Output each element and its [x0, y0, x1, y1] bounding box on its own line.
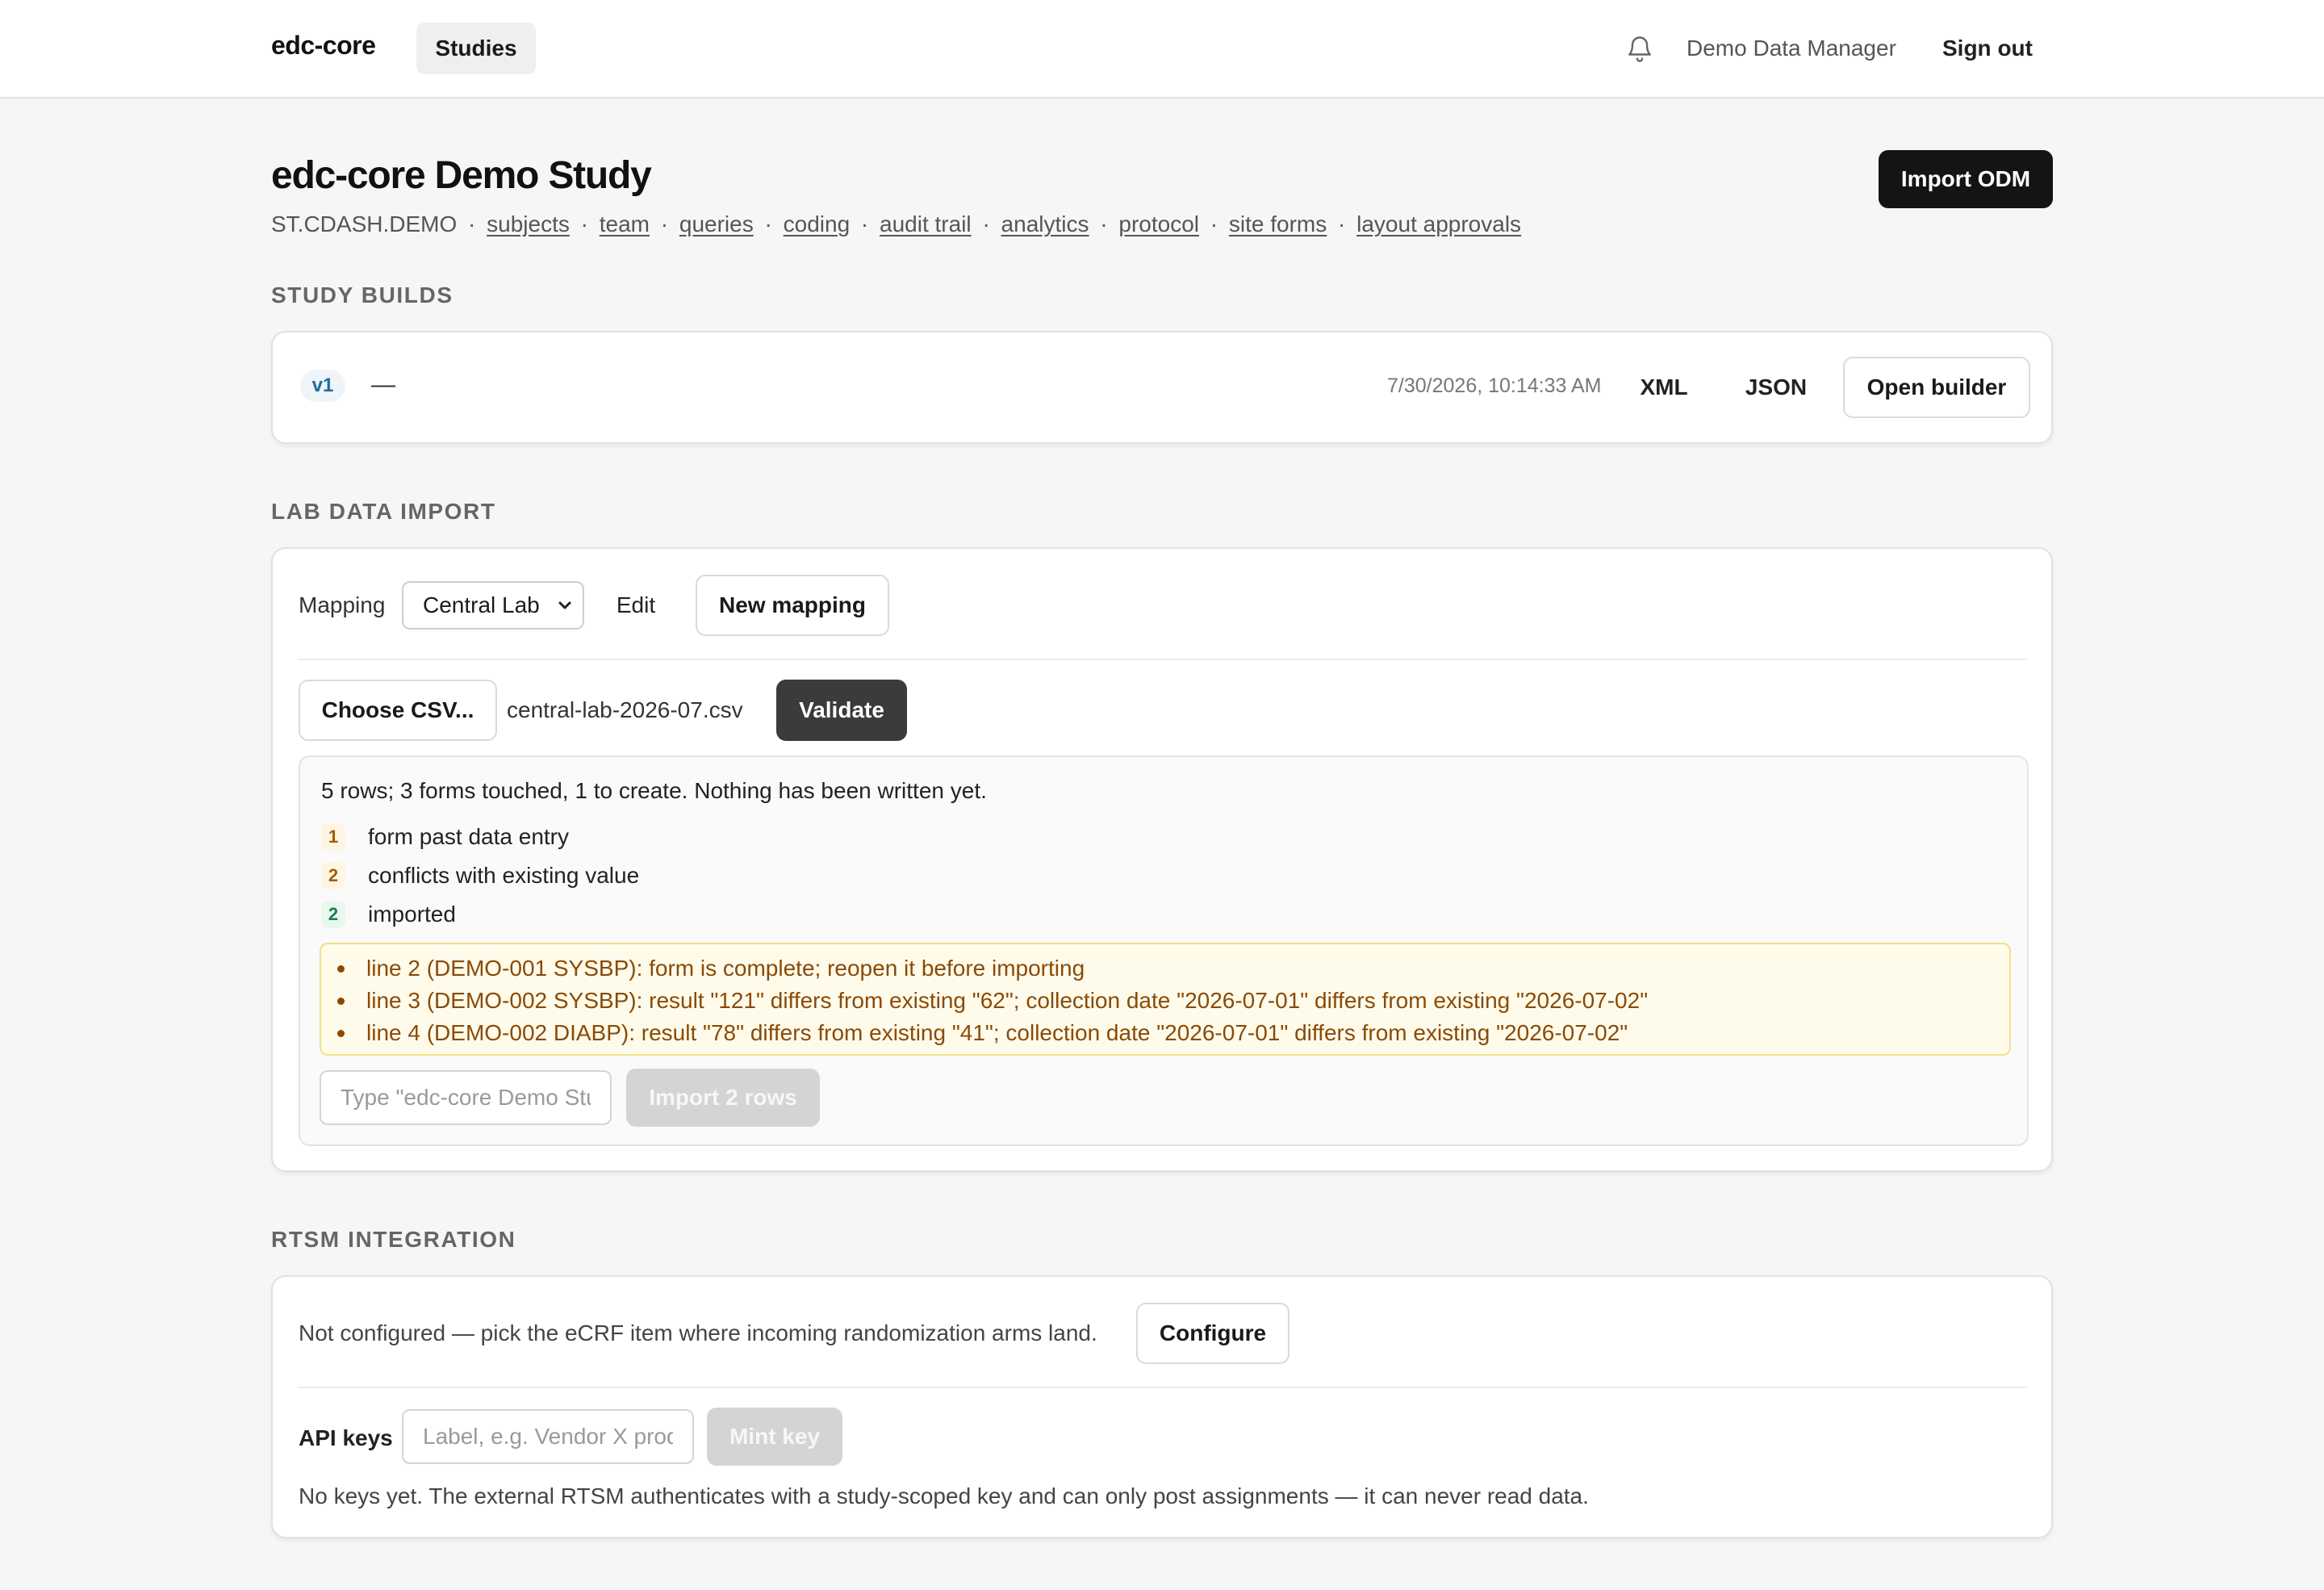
- count-badge: 2: [321, 862, 345, 889]
- current-user-name: Demo Data Manager: [1687, 36, 1896, 61]
- warning-item: line 3 (DEMO-002 SYSBP): result "121" di…: [337, 985, 1648, 1017]
- choose-csv-button[interactable]: Choose CSV...: [299, 680, 497, 741]
- study-builds-heading: STUDY BUILDS: [271, 282, 454, 308]
- study-code: ST.CDASH.DEMO: [271, 211, 458, 236]
- version-badge: v1: [300, 370, 345, 402]
- lab-import-heading: LAB DATA IMPORT: [271, 499, 496, 524]
- rtsm-heading: RTSM INTEGRATION: [271, 1227, 516, 1252]
- stat-row-conflicts: 2 conflicts with existing value: [321, 860, 639, 891]
- page-title: edc-core Demo Study: [271, 154, 652, 197]
- nav-studies-tab[interactable]: Studies: [416, 23, 536, 74]
- separator: ·: [660, 211, 669, 236]
- mapping-label: Mapping: [299, 592, 386, 617]
- validation-summary: 5 rows; 3 forms touched, 1 to create. No…: [321, 778, 987, 803]
- link-team[interactable]: team: [600, 211, 650, 236]
- separator: ·: [860, 211, 869, 236]
- link-analytics[interactable]: analytics: [1001, 211, 1089, 236]
- separator: ·: [1100, 211, 1108, 236]
- study-build-row: v1 — 7/30/2026, 10:14:33 AM XML JSON Ope…: [271, 331, 2053, 444]
- warning-item: line 2 (DEMO-001 SYSBP): form is complet…: [337, 952, 1648, 985]
- build-timestamp: 7/30/2026, 10:14:33 AM: [1387, 374, 1602, 397]
- download-xml-button[interactable]: XML: [1627, 358, 1701, 416]
- link-protocol[interactable]: protocol: [1118, 211, 1199, 236]
- chevron-down-icon: [558, 601, 571, 609]
- import-odm-button[interactable]: Import ODM: [1879, 150, 2053, 208]
- import-rows-button[interactable]: Import 2 rows: [626, 1069, 820, 1127]
- link-queries[interactable]: queries: [679, 211, 754, 236]
- link-coding[interactable]: coding: [784, 211, 851, 236]
- download-json-button[interactable]: JSON: [1735, 358, 1817, 416]
- separator: ·: [764, 211, 772, 236]
- separator: ·: [580, 211, 588, 236]
- sign-out-button[interactable]: Sign out: [1942, 36, 2033, 61]
- top-nav-bar: edc-core Studies Demo Data Manager Sign …: [0, 0, 2324, 98]
- warning-item: line 4 (DEMO-002 DIABP): result "78" dif…: [337, 1017, 1648, 1049]
- stat-label: imported: [368, 902, 456, 927]
- new-mapping-button[interactable]: New mapping: [696, 575, 889, 636]
- stat-label: conflicts with existing value: [368, 863, 640, 888]
- rtsm-status-text: Not configured — pick the eCRF item wher…: [299, 1320, 1097, 1345]
- count-badge: 1: [321, 823, 345, 851]
- lab-import-card: Mapping Central Lab Edit New mapping Cho…: [271, 547, 2053, 1172]
- link-subjects[interactable]: subjects: [487, 211, 570, 236]
- link-layout-approvals[interactable]: layout approvals: [1356, 211, 1521, 236]
- validate-button[interactable]: Validate: [776, 680, 907, 741]
- mapping-select-value: Central Lab: [423, 592, 540, 617]
- confirm-study-name-input[interactable]: [320, 1070, 612, 1125]
- separator: ·: [1210, 211, 1218, 236]
- divider: [299, 1387, 2027, 1388]
- api-keys-label: API keys: [299, 1425, 393, 1450]
- stat-row-imported: 2 imported: [321, 899, 456, 930]
- separator: ·: [1338, 211, 1346, 236]
- stat-row-past-entry: 1 form past data entry: [321, 822, 569, 852]
- stat-label: form past data entry: [368, 824, 570, 849]
- api-keys-empty-note: No keys yet. The external RTSM authentic…: [299, 1483, 1589, 1508]
- bell-icon[interactable]: [1625, 34, 1654, 63]
- configure-button[interactable]: Configure: [1136, 1303, 1289, 1364]
- divider: [299, 659, 2027, 660]
- warnings-list: line 2 (DEMO-001 SYSBP): form is complet…: [337, 952, 1648, 1049]
- warnings-box: line 2 (DEMO-001 SYSBP): form is complet…: [320, 943, 2011, 1056]
- build-name: —: [371, 371, 395, 398]
- brand-logo[interactable]: edc-core: [271, 31, 376, 61]
- edit-mapping-button[interactable]: Edit: [605, 576, 667, 634]
- rtsm-card: Not configured — pick the eCRF item wher…: [271, 1275, 2053, 1538]
- separator: ·: [982, 211, 990, 236]
- validation-result-panel: 5 rows; 3 forms touched, 1 to create. No…: [299, 755, 2029, 1146]
- link-audit-trail[interactable]: audit trail: [880, 211, 972, 236]
- mapping-select[interactable]: Central Lab: [402, 581, 584, 630]
- separator: ·: [468, 211, 476, 236]
- open-builder-button[interactable]: Open builder: [1843, 357, 2030, 418]
- selected-filename: central-lab-2026-07.csv: [507, 697, 743, 722]
- count-badge: 2: [321, 901, 345, 928]
- study-nav-links: ST.CDASH.DEMO · subjects · team · querie…: [271, 211, 1521, 237]
- mint-key-button[interactable]: Mint key: [707, 1408, 842, 1466]
- link-site-forms[interactable]: site forms: [1229, 211, 1327, 236]
- api-key-label-input[interactable]: [402, 1409, 694, 1464]
